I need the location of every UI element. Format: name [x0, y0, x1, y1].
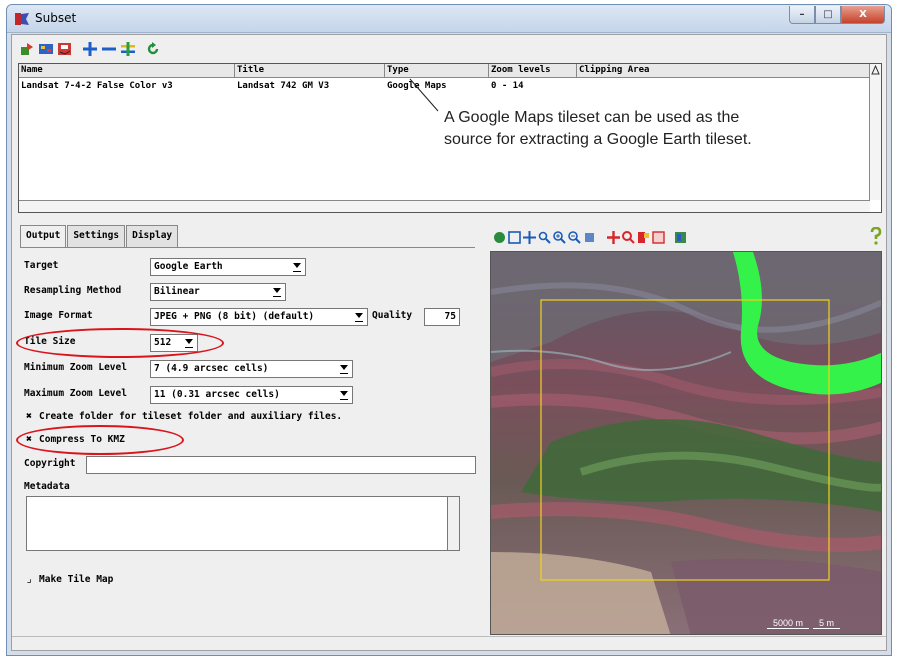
- help-icon[interactable]: [869, 227, 883, 245]
- target-value: Google Earth: [154, 261, 223, 272]
- table-horizontal-scrollbar[interactable]: [19, 200, 870, 212]
- status-bar: [12, 636, 886, 650]
- resampling-label: Resampling Method: [24, 285, 122, 296]
- satellite-image: [491, 252, 881, 634]
- target-select[interactable]: Google Earth: [150, 258, 306, 276]
- scroll-up-icon[interactable]: [871, 65, 880, 75]
- quality-label: Quality: [372, 310, 413, 321]
- save-icon[interactable]: [56, 41, 73, 58]
- cell-title: Landsat 742 GM V3: [237, 81, 330, 91]
- create-folder-checkbox[interactable]: ✖ Create folder for tileset folder and a…: [26, 411, 342, 422]
- tab-display[interactable]: Display: [126, 225, 179, 247]
- column-header-name[interactable]: Name: [19, 64, 235, 78]
- compress-kmz-highlight: [16, 425, 184, 455]
- refresh-icon[interactable]: [144, 41, 161, 58]
- metadata-label: Metadata: [24, 481, 70, 492]
- map-view[interactable]: 5000 m 5 m: [490, 251, 882, 635]
- image-format-value: JPEG + PNG (8 bit) (default): [154, 311, 315, 322]
- zoom-out-icon[interactable]: [567, 230, 581, 244]
- add-icon[interactable]: [81, 41, 98, 58]
- title-bar[interactable]: Subset – □ X: [7, 5, 891, 33]
- metadata-scrollbar[interactable]: [447, 497, 459, 550]
- dropdown-arrow-icon[interactable]: [353, 311, 365, 323]
- add-point-icon[interactable]: [606, 230, 620, 244]
- pan-icon[interactable]: [522, 230, 536, 244]
- close-button[interactable]: X: [841, 6, 885, 24]
- column-header-clipping-area[interactable]: Clipping Area: [577, 64, 870, 78]
- image-format-label: Image Format: [24, 310, 93, 321]
- view-toolbar: [492, 227, 687, 247]
- checkbox-unchecked-icon[interactable]: ⌟: [26, 574, 36, 585]
- copyright-input[interactable]: [86, 456, 476, 474]
- full-view-icon[interactable]: [507, 230, 521, 244]
- make-tile-map-checkbox[interactable]: ⌟ Make Tile Map: [26, 574, 113, 585]
- image-format-select[interactable]: JPEG + PNG (8 bit) (default): [150, 308, 368, 326]
- output-panel: Target Google Earth Resampling Method Bi…: [16, 247, 476, 633]
- rectangle-tool-icon[interactable]: [651, 230, 665, 244]
- zoom-in-icon[interactable]: [552, 230, 566, 244]
- maximize-button[interactable]: □: [815, 6, 841, 24]
- app-icon: [15, 13, 29, 25]
- quality-input[interactable]: 75: [424, 308, 460, 326]
- insert-icon[interactable]: [119, 41, 136, 58]
- window-title: Subset: [35, 11, 77, 25]
- make-tile-map-label: Make Tile Map: [39, 574, 114, 585]
- cell-name: Landsat 7-4-2 False Color v3: [21, 81, 173, 91]
- column-header-title[interactable]: Title: [235, 64, 385, 78]
- minimize-button[interactable]: –: [789, 6, 815, 24]
- globe-icon[interactable]: [492, 230, 506, 244]
- annotation-line-1: A Google Maps tileset can be used as the: [444, 109, 740, 126]
- tile-size-highlight: [16, 328, 224, 358]
- zoom-box-icon[interactable]: [537, 230, 551, 244]
- checkbox-checked-icon[interactable]: ✖: [26, 411, 36, 422]
- resampling-value: Bilinear: [154, 286, 200, 297]
- dropdown-arrow-icon[interactable]: [271, 286, 283, 298]
- scale-bar: 5000 m 5 m: [767, 618, 841, 629]
- dropdown-arrow-icon[interactable]: [338, 363, 350, 375]
- scale-right: 5 m: [813, 618, 841, 629]
- min-zoom-value: 7 (4.9 arcsec cells): [154, 363, 269, 374]
- dropdown-arrow-icon[interactable]: [338, 389, 350, 401]
- scale-left: 5000 m: [767, 618, 810, 629]
- min-zoom-label: Minimum Zoom Level: [24, 362, 127, 373]
- max-zoom-select[interactable]: 11 (0.31 arcsec cells): [150, 386, 353, 404]
- column-header-type[interactable]: Type: [385, 64, 489, 78]
- metadata-textarea[interactable]: [26, 496, 460, 551]
- edit-tool-icon[interactable]: [636, 230, 650, 244]
- client-area: Name Title Type Zoom levels Clipping Are…: [11, 34, 887, 651]
- create-folder-label: Create folder for tileset folder and aux…: [39, 411, 343, 422]
- dropdown-arrow-icon[interactable]: [291, 261, 303, 273]
- table-header: Name Title Type Zoom levels Clipping Are…: [19, 64, 870, 78]
- tab-settings[interactable]: Settings: [67, 225, 126, 247]
- subset-window: Subset – □ X Name Title Type Zoom levels…: [6, 4, 892, 656]
- callout-line: [409, 78, 439, 112]
- resampling-select[interactable]: Bilinear: [150, 283, 286, 301]
- zoom-extent-icon[interactable]: [582, 230, 596, 244]
- zoom-red-icon[interactable]: [621, 230, 635, 244]
- layer-icon[interactable]: [673, 230, 687, 244]
- cell-clip: [577, 80, 870, 94]
- main-toolbar: [18, 38, 161, 60]
- column-header-zoom-levels[interactable]: Zoom levels: [489, 64, 577, 78]
- tab-bar: Output Settings Display: [20, 225, 179, 248]
- annotation-line-2: source for extracting a Google Earth til…: [444, 131, 752, 148]
- open-icon[interactable]: [37, 41, 54, 58]
- target-label: Target: [24, 260, 59, 271]
- tab-output[interactable]: Output: [20, 225, 67, 248]
- max-zoom-label: Maximum Zoom Level: [24, 388, 127, 399]
- max-zoom-value: 11 (0.31 arcsec cells): [154, 389, 280, 400]
- cell-zoom: 0 - 14: [491, 81, 524, 91]
- annotation-text: A Google Maps tileset can be used as the…: [444, 107, 884, 151]
- min-zoom-select[interactable]: 7 (4.9 arcsec cells): [150, 360, 353, 378]
- remove-icon[interactable]: [100, 41, 117, 58]
- copyright-label: Copyright: [24, 458, 76, 469]
- new-tileset-icon[interactable]: [18, 41, 35, 58]
